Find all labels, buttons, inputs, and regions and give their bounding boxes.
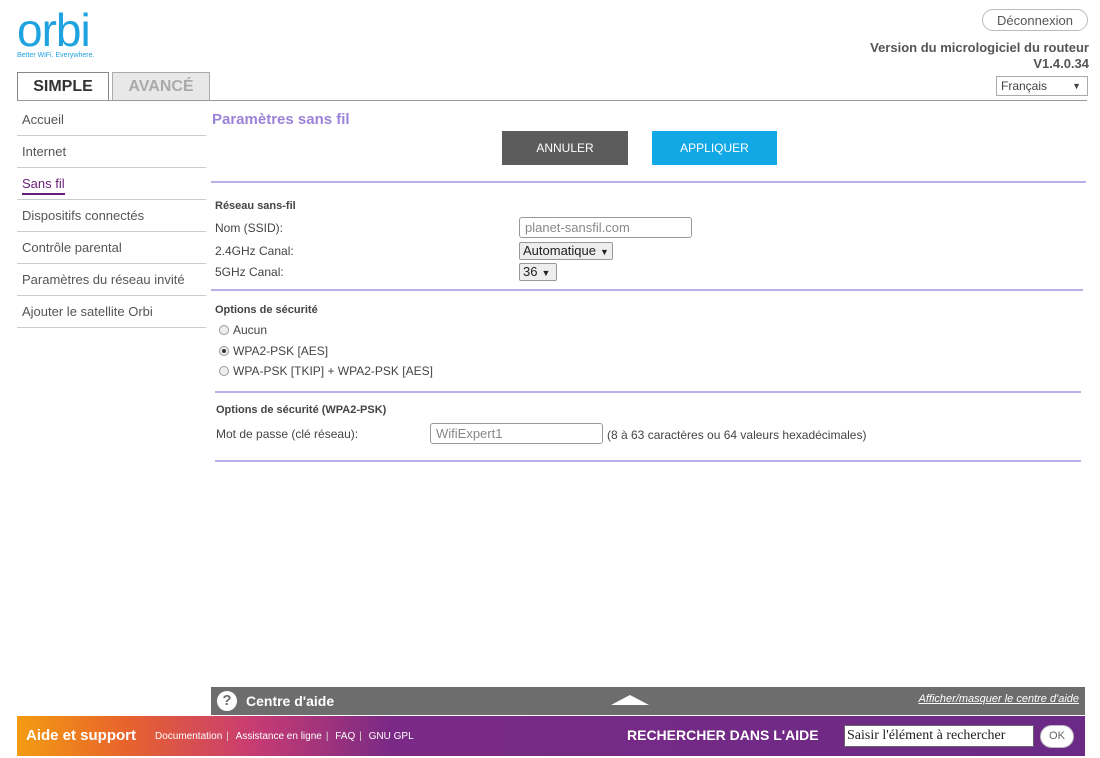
section-divider — [215, 391, 1081, 393]
security-option-none[interactable]: Aucun — [219, 323, 267, 337]
footer-link-faq[interactable]: FAQ — [333, 731, 357, 742]
channel-24-value: Automatique — [523, 243, 596, 258]
channel-24-select[interactable]: Automatique ▼ — [519, 242, 613, 260]
sidebar-item-controle-parental[interactable]: Contrôle parental — [17, 232, 206, 264]
radio-button[interactable] — [219, 325, 229, 335]
separator: | — [226, 731, 229, 742]
help-center-title: Centre d'aide — [246, 693, 335, 709]
sidebar-item-label: Ajouter le satellite Orbi — [22, 304, 153, 319]
sidebar-item-sans-fil[interactable]: Sans fil — [17, 168, 206, 200]
tab-simple[interactable]: SIMPLE — [17, 72, 109, 100]
footer-support-bar: Aide et support Documentation | Assistanc… — [17, 716, 1085, 756]
chevron-down-icon: ▼ — [1072, 81, 1081, 91]
sidebar-item-label: Internet — [22, 144, 67, 159]
channel-24-label: 2.4GHz Canal: — [215, 244, 294, 258]
logout-button[interactable]: Déconnexion — [982, 9, 1088, 31]
wireless-section-title: Réseau sans-fil — [215, 200, 296, 212]
footer-links: Documentation | Assistance en ligne | FAQ |… — [153, 731, 416, 742]
separator: | — [359, 731, 362, 742]
sidebar-item-internet[interactable]: Internet — [17, 136, 206, 168]
password-label: Mot de passe (clé réseau): — [216, 427, 359, 441]
security-option-wpa2[interactable]: WPA2-PSK [AES] — [219, 344, 328, 358]
orbi-logo: orbi Better WiFi. Everywhere. — [17, 4, 117, 65]
language-select[interactable]: Français ▼ — [996, 76, 1088, 96]
radio-button[interactable] — [219, 346, 229, 356]
password-hint: (8 à 63 caractères ou 64 valeurs hexadéc… — [607, 428, 867, 442]
cancel-button[interactable]: ANNULER — [502, 131, 628, 165]
sidebar-nav: Accueil Internet Sans fil Dispositifs co… — [17, 104, 206, 328]
section-divider — [211, 289, 1083, 291]
security-option-wpa-wpa2[interactable]: WPA-PSK [TKIP] + WPA2-PSK [AES] — [219, 364, 433, 378]
sidebar-item-dispositifs[interactable]: Dispositifs connectés — [17, 200, 206, 232]
firmware-version: V1.4.0.34 — [1033, 56, 1089, 71]
separator: | — [325, 731, 329, 742]
ssid-input[interactable]: planet-sansfil.com — [519, 217, 692, 238]
sidebar-item-label: Accueil — [22, 112, 64, 127]
chevron-down-icon: ▼ — [541, 268, 551, 278]
channel-5-select[interactable]: 36 ▼ — [519, 263, 557, 281]
channel-5-label: 5GHz Canal: — [215, 265, 284, 279]
help-search-label: RECHERCHER DANS L'AIDE — [627, 727, 819, 743]
sidebar-item-accueil[interactable]: Accueil — [17, 104, 206, 136]
language-select-value: Français — [1001, 79, 1048, 93]
help-icon: ? — [217, 691, 237, 711]
ssid-label: Nom (SSID): — [215, 221, 284, 235]
page-title: Paramètres sans fil — [212, 111, 350, 128]
sidebar-item-label: Contrôle parental — [22, 240, 122, 255]
footer-title: Aide et support — [26, 727, 137, 744]
footer-link-documentation[interactable]: Documentation — [153, 731, 224, 742]
security-section-title: Options de sécurité — [215, 304, 318, 316]
help-search-input[interactable]: Saisir l'élément à rechercher — [844, 725, 1034, 747]
help-toggle-link[interactable]: Afficher/masquer le centre d'aide — [919, 693, 1079, 705]
radio-label: WPA2-PSK [AES] — [233, 344, 329, 358]
sidebar-item-label: Dispositifs connectés — [22, 208, 145, 223]
password-input[interactable]: WifiExpert1 — [430, 423, 603, 444]
sidebar-item-satellite[interactable]: Ajouter le satellite Orbi — [17, 296, 206, 328]
chevron-down-icon: ▼ — [600, 247, 609, 257]
tab-advanced[interactable]: AVANCÉ — [112, 72, 210, 100]
firmware-label: Version du micrologiciel du routeur — [870, 40, 1089, 55]
section-divider — [215, 460, 1081, 462]
footer-link-gpl[interactable]: GNU GPL — [367, 731, 416, 742]
footer-link-assistance[interactable]: Assistance en ligne — [234, 731, 324, 742]
apply-button[interactable]: APPLIQUER — [652, 131, 777, 165]
channel-5-value: 36 — [523, 264, 538, 279]
radio-button[interactable] — [219, 366, 229, 376]
wpa2-section-title: Options de sécurité (WPA2-PSK) — [216, 404, 387, 416]
help-center-bar[interactable]: ? Centre d'aide Afficher/masquer le cent… — [211, 687, 1085, 715]
logo-wordmark: orbi — [17, 4, 91, 56]
radio-label: WPA-PSK [TKIP] + WPA2-PSK [AES] — [233, 364, 433, 378]
help-search-ok-button[interactable]: OK — [1040, 725, 1074, 748]
sidebar-item-label: Paramètres du réseau invité — [22, 272, 185, 287]
sidebar-item-reseau-invite[interactable]: Paramètres du réseau invité — [17, 264, 206, 296]
sidebar-item-label: Sans fil — [22, 176, 65, 195]
header-divider — [17, 100, 1087, 101]
radio-label: Aucun — [233, 323, 268, 337]
logo-tagline: Better WiFi. Everywhere. — [17, 52, 95, 59]
expand-arrow-icon[interactable] — [611, 695, 649, 705]
section-divider — [211, 181, 1086, 183]
